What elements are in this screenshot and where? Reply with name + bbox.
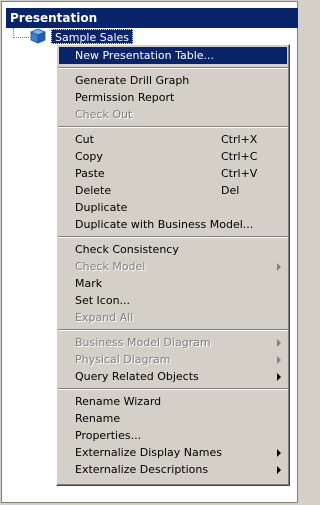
cube-icon[interactable] (29, 28, 47, 44)
menu-item-label: Paste (75, 167, 105, 180)
menu-item-duplicate-with-business-model[interactable]: Duplicate with Business Model... (59, 216, 287, 233)
tree-item-sample-sales[interactable]: Sample Sales (51, 29, 134, 44)
menu-item-label: Query Related Objects (75, 370, 199, 383)
menu-item-properties[interactable]: Properties... (59, 427, 287, 444)
menu-separator (58, 326, 288, 334)
menu-separator (58, 123, 288, 131)
context-menu: New Presentation Table... Generate Drill … (56, 44, 290, 486)
menu-item-shortcut: Ctrl+V (221, 167, 258, 180)
menu-item-externalize-descriptions[interactable]: Externalize Descriptions (59, 461, 287, 478)
menu-item-check-model: Check Model (59, 258, 287, 275)
menu-separator (58, 385, 288, 393)
tree-connector-horizontal (13, 37, 29, 39)
menu-item-label: Business Model Diagram (75, 336, 211, 349)
menu-item-label: Set Icon... (75, 294, 131, 307)
submenu-arrow-icon (277, 449, 281, 457)
menu-item-paste[interactable]: Paste Ctrl+V (59, 165, 287, 182)
menu-item-label: Copy (75, 150, 103, 163)
menu-item-check-consistency[interactable]: Check Consistency (59, 241, 287, 258)
menu-item-label: Delete (75, 184, 112, 197)
menu-item-label: Rename (75, 412, 121, 425)
menu-item-shortcut: Del (221, 184, 240, 197)
menu-item-permission-report[interactable]: Permission Report (59, 89, 287, 106)
menu-item-expand-all: Expand All (59, 309, 287, 326)
menu-separator (58, 64, 288, 72)
menu-item-label: Expand All (75, 311, 134, 324)
menu-item-label: Externalize Descriptions (75, 463, 209, 476)
menu-item-shortcut: Ctrl+X (221, 133, 258, 146)
menu-item-label: Check Consistency (75, 243, 179, 256)
menu-item-label: Externalize Display Names (75, 446, 222, 459)
menu-item-label: Check Out (75, 108, 133, 121)
menu-item-label: Mark (75, 277, 103, 290)
menu-item-business-model-diagram: Business Model Diagram (59, 334, 287, 351)
menu-item-label: Duplicate with Business Model... (75, 218, 254, 231)
menu-separator (58, 233, 288, 241)
menu-item-label: Cut (75, 133, 94, 146)
menu-item-duplicate[interactable]: Duplicate (59, 199, 287, 216)
submenu-arrow-icon (277, 339, 281, 347)
menu-item-label: New Presentation Table... (75, 49, 215, 62)
menu-item-new-presentation-table[interactable]: New Presentation Table... (59, 47, 287, 64)
menu-item-label: Properties... (75, 429, 142, 442)
menu-item-mark[interactable]: Mark (59, 275, 287, 292)
menu-item-externalize-display-names[interactable]: Externalize Display Names (59, 444, 287, 461)
menu-item-label: Duplicate (75, 201, 128, 214)
menu-item-label: Rename Wizard (75, 395, 162, 408)
menu-item-label: Physical Diagram (75, 353, 171, 366)
submenu-arrow-icon (277, 263, 281, 271)
menu-item-rename-wizard[interactable]: Rename Wizard (59, 393, 287, 410)
menu-item-check-out: Check Out (59, 106, 287, 123)
menu-item-copy[interactable]: Copy Ctrl+C (59, 148, 287, 165)
menu-item-physical-diagram: Physical Diagram (59, 351, 287, 368)
menu-item-label: Permission Report (75, 91, 175, 104)
submenu-arrow-icon (277, 466, 281, 474)
menu-item-label: Check Model (75, 260, 146, 273)
submenu-arrow-icon (277, 356, 281, 364)
submenu-arrow-icon (277, 373, 281, 381)
panel-title: Presentation (6, 8, 298, 28)
menu-item-shortcut: Ctrl+C (221, 150, 258, 163)
menu-item-cut[interactable]: Cut Ctrl+X (59, 131, 287, 148)
menu-item-rename[interactable]: Rename (59, 410, 287, 427)
menu-item-generate-drill-graph[interactable]: Generate Drill Graph (59, 72, 287, 89)
menu-item-set-icon[interactable]: Set Icon... (59, 292, 287, 309)
menu-item-label: Generate Drill Graph (75, 74, 190, 87)
menu-item-query-related-objects[interactable]: Query Related Objects (59, 368, 287, 385)
menu-item-delete[interactable]: Delete Del (59, 182, 287, 199)
